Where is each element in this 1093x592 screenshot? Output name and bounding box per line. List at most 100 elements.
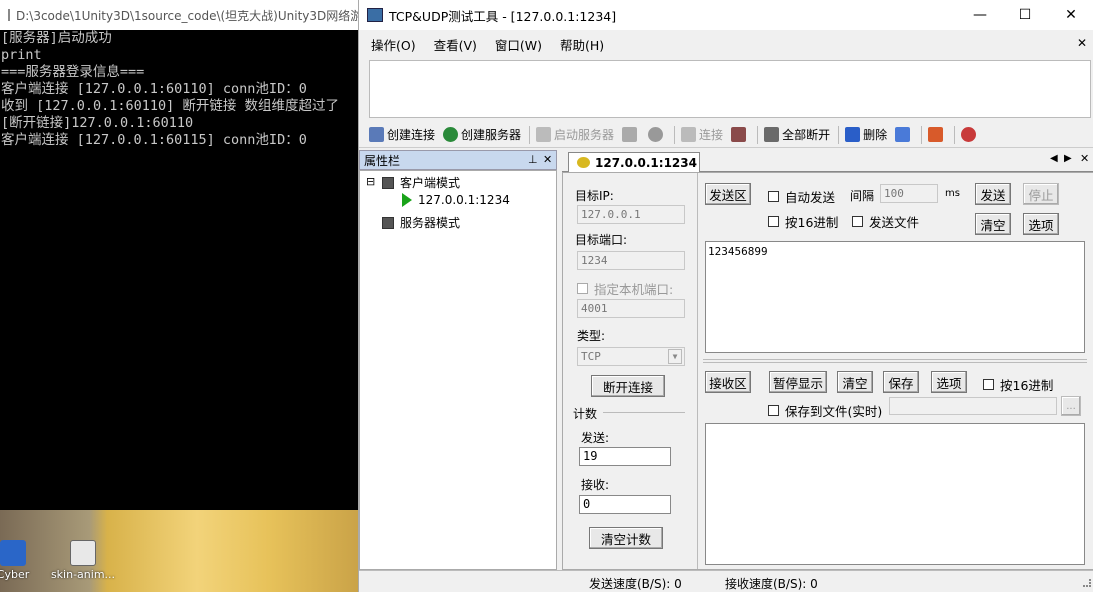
console-title: D:\3code\1Unity3D\1source_code\(坦克大战)Uni… [16,8,358,23]
checkbox-box [983,379,994,390]
toolbar-separator [674,125,676,144]
toolbar-separator [954,125,956,144]
start-server-icon [536,127,552,142]
tab-next-icon[interactable]: ▶ [1064,153,1072,164]
checkbox-box [577,283,588,294]
send-options-button[interactable]: 选项 [1023,213,1059,235]
splitter-handle[interactable] [703,359,1087,363]
interval-field[interactable]: 100 [880,184,938,203]
stop-button[interactable] [648,127,666,142]
start-server-button[interactable]: 启动服务器 [536,126,614,143]
disconnect-connection-button[interactable]: 断开连接 [591,375,665,397]
send-area-button[interactable]: 发送区 [705,183,751,205]
window-title-bar[interactable]: TCP&UDP测试工具 - [127.0.0.1:1234] — ☐ ✕ [359,0,1093,30]
browse-button[interactable]: ... [1061,396,1081,416]
send-file-checkbox[interactable]: 发送文件 [852,212,919,231]
desktop-icon-cyber[interactable]: Cyber [0,510,48,581]
delete-button[interactable]: 删除 [845,126,887,143]
send-speed-status: 发送速度(B/S): 0 [589,577,682,591]
tree-expander-icon[interactable]: ⊟ [366,175,375,188]
local-port-field: 4001 [577,299,685,318]
tab-prev-icon[interactable]: ◀ [1050,153,1058,164]
target-port-field: 1234 [577,251,685,270]
save-button[interactable]: 保存 [883,371,919,393]
clear-count-button[interactable]: 清空计数 [589,527,663,549]
clear-send-button[interactable]: 清空 [975,213,1011,235]
recv-area-button[interactable]: 接收区 [705,371,751,393]
menu-bar: 操作(O) 查看(V) 窗口(W) 帮助(H) ✕ [359,30,1093,58]
recv-textarea[interactable] [705,423,1085,565]
properties-close-icon[interactable]: ✕ [543,153,552,166]
console-line: 客户端连接 [127.0.0.1:60115] conn池ID：0 [1,132,307,148]
save-file-path-field[interactable] [889,397,1057,415]
maximize-button[interactable]: ☐ [1002,0,1048,30]
connect-label: 连接 [699,128,724,142]
minimize-button[interactable]: — [957,0,1003,30]
clear-recv-button[interactable]: 清空 [837,371,873,393]
console-line: 客户端连接 [127.0.0.1:60110] conn池ID：0 [1,81,307,97]
create-server-label: 创建服务器 [461,128,522,142]
delete-icon [845,127,861,142]
recv-options-button[interactable]: 选项 [931,371,967,393]
send-hex-checkbox[interactable]: 按16进制 [768,212,838,231]
close-button[interactable]: ✕ [1048,0,1093,30]
mdi-close-icon[interactable]: ✕ [1077,36,1087,50]
delete-all-button[interactable] [895,127,913,142]
target-port-label: 目标端口: [575,233,628,247]
checkbox-box [768,216,779,227]
desktop-background: Cyber skin-anim... [0,510,358,592]
resize-grip-icon[interactable] [1083,579,1091,587]
send-count-field[interactable]: 19 [579,447,671,466]
stop-icon [648,127,664,142]
toolbar-separator [757,125,759,144]
exit-button[interactable] [928,127,946,142]
tree-item-server-mode[interactable]: 服务器模式 [382,214,460,231]
create-server-button[interactable]: 创建服务器 [443,126,521,143]
toolbar-separator [838,125,840,144]
connection-panel: 目标IP: 127.0.0.1 目标端口: 1234 指定本机端口: 4001 … [562,172,1093,570]
recv-count-field[interactable]: 0 [579,495,671,514]
help-button[interactable] [961,127,979,142]
create-connection-icon [369,127,384,142]
server-settings-icon [622,127,638,142]
create-connection-button[interactable]: 创建连接 [369,126,435,143]
toolbar-separator [529,125,531,144]
tab-connection[interactable]: 127.0.0.1:1234 [568,152,700,173]
computer-icon [382,216,394,229]
desktop-icon-label: Cyber [0,568,30,581]
send-button[interactable]: 发送 [975,183,1011,205]
menu-help[interactable]: 帮助(H) [560,35,604,54]
tree-item-client-connection[interactable]: 127.0.0.1:1234 [402,193,510,207]
divider [697,173,698,569]
desktop-icon-skin-anim[interactable]: skin-anim... [48,510,118,581]
menu-window[interactable]: 窗口(W) [495,35,542,54]
console-line: [断开链接]127.0.0.1:60110 [1,115,194,131]
tab-close-icon[interactable]: ✕ [1080,152,1089,165]
console-line: [服务器]启动成功 [1,30,112,46]
disconnect-button[interactable] [731,127,749,142]
tree-item-client-mode[interactable]: 客户端模式 [382,174,460,191]
disconnect-all-button[interactable]: 全部断开 [764,126,830,143]
checkbox-box [852,216,863,227]
auto-send-checkbox[interactable]: 自动发送 [768,187,835,206]
disconnect-icon [731,127,747,142]
menu-operation[interactable]: 操作(O) [371,35,416,54]
type-select[interactable]: TCP ▼ [577,347,685,366]
connection-status-icon [577,157,590,168]
pause-display-button[interactable]: 暂停显示 [769,371,827,393]
menu-view[interactable]: 查看(V) [434,35,477,54]
pin-icon[interactable]: ⊥ [528,153,538,166]
console-title-bar[interactable]: D:\3code\1Unity3D\1source_code\(坦克大战)Uni… [0,0,358,30]
send-textarea[interactable]: 123456899 [705,241,1085,353]
properties-panel-header: 属性栏 ⊥ ✕ [359,150,557,170]
connect-button[interactable]: 连接 [681,126,723,143]
stop-send-button[interactable]: 停止 [1023,183,1059,205]
save-to-file-checkbox[interactable]: 保存到文件(实时) [768,401,882,420]
tcp-udp-tool-window: TCP&UDP测试工具 - [127.0.0.1:1234] — ☐ ✕ 操作(… [358,0,1093,592]
recv-hex-checkbox[interactable]: 按16进制 [983,375,1053,394]
start-server-label: 启动服务器 [554,128,615,142]
recv-count-label: 接收: [581,478,610,492]
save-to-file-label: 保存到文件(实时) [785,404,883,419]
local-port-checkbox[interactable]: 指定本机端口: [577,279,673,298]
server-settings-button[interactable] [622,127,640,142]
